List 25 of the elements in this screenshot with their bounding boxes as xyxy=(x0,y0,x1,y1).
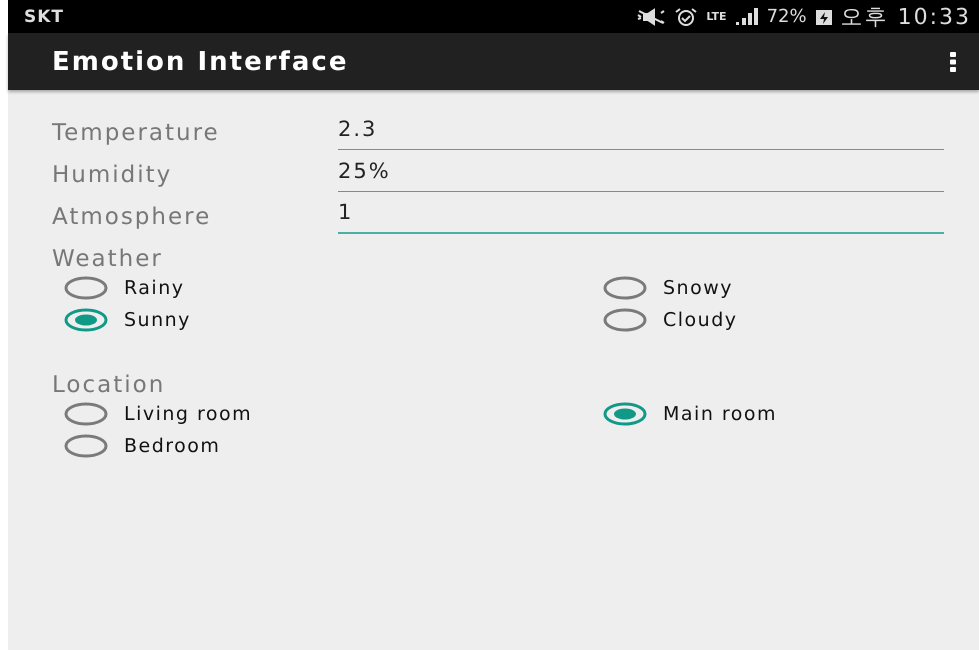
radio-option[interactable]: Snowy xyxy=(603,272,944,304)
radio-option[interactable]: Main room xyxy=(603,398,944,430)
input-field[interactable]: 25% xyxy=(338,159,944,192)
field-label: Humidity xyxy=(52,162,174,190)
radio-option[interactable]: Sunny xyxy=(64,304,603,336)
app-title: Emotion Interface xyxy=(52,46,348,76)
network-type: LTE xyxy=(706,10,727,23)
group-heading: Location xyxy=(52,372,166,398)
radio-option[interactable]: Living room xyxy=(64,398,603,430)
input-field[interactable]: 2.3 xyxy=(338,117,944,150)
overflow-menu-icon xyxy=(949,50,957,72)
mute-icon xyxy=(636,6,666,26)
group-heading: Weather xyxy=(52,246,164,272)
battery-percent: 72% xyxy=(766,6,807,27)
signal-icon xyxy=(734,8,759,26)
battery-charging-icon xyxy=(814,8,833,26)
carrier-name: SKT xyxy=(24,6,64,26)
clock-time: 오후 10:33 xyxy=(840,4,971,32)
input-field[interactable]: 1 xyxy=(338,200,944,234)
field-label: Atmosphere xyxy=(52,204,212,232)
alarm-clock-icon xyxy=(674,6,698,26)
field-label: Temperature xyxy=(52,120,221,148)
radio-option[interactable]: Rainy xyxy=(64,272,603,304)
radio-option[interactable]: Cloudy xyxy=(603,304,944,336)
radio-option[interactable]: Bedroom xyxy=(64,430,603,462)
